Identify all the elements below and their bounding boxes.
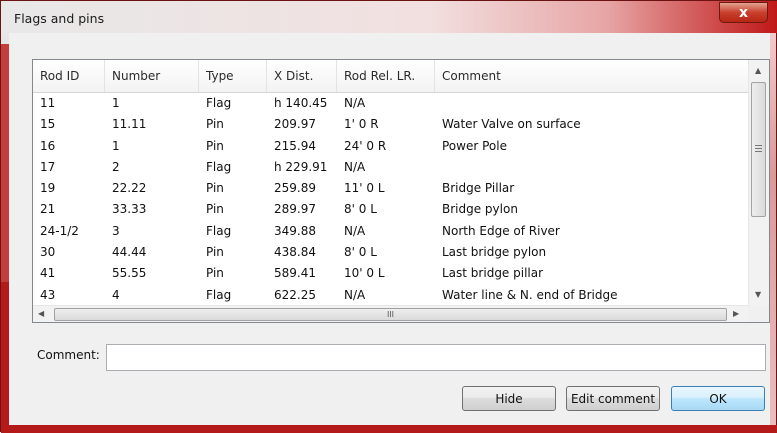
hide-button[interactable]: Hide — [462, 386, 556, 411]
cell-x-dist: h 140.45 — [274, 96, 328, 110]
cell-rod-id: 43 — [40, 287, 56, 302]
cell-number: 55.55 — [112, 266, 147, 281]
cell-type: Flag — [206, 287, 232, 302]
cell-type: Pin — [206, 117, 224, 132]
cell-rod-id: 15 — [40, 117, 56, 132]
window-frame-left — [1, 1, 9, 433]
horizontal-scroll-thumb[interactable]: III — [54, 308, 727, 321]
cell-number: 33.33 — [112, 202, 147, 217]
column-header-x-dist[interactable]: X Dist. — [267, 60, 337, 92]
column-header-rod-rel-lr[interactable]: Rod Rel. LR. — [337, 60, 435, 92]
cell-x-dist: 438.84 — [274, 245, 316, 260]
list-header: Rod ID Number Type X Dist. Rod Rel. LR. … — [33, 60, 748, 93]
cell-x-dist: 622.25 — [274, 287, 316, 302]
cell-rod-rel-lr: 10' 0 L — [344, 266, 385, 281]
scrollbar-corner — [748, 305, 769, 322]
cell-number: 22.22 — [112, 181, 147, 196]
window-title: Flags and pins — [14, 11, 105, 26]
comment-label: Comment: — [37, 348, 100, 362]
cell-comment — [435, 157, 748, 178]
cell-x-dist: 349.88 — [274, 223, 316, 238]
table-row[interactable]: 41 55.55 Pin 589.41 10' 0 L Last bridge pilla… — [33, 263, 748, 284]
cell-x-dist: 289.97 — [274, 202, 316, 217]
flags-pins-list[interactable]: Rod ID Number Type X Dist. Rod Rel. LR. … — [32, 59, 770, 323]
cell-number: 1 — [112, 96, 120, 110]
cell-type: Pin — [206, 266, 224, 281]
list-rows: 11 1 Flag h 140.45 N/A 15 11.11 Pin 209.97 1' 0 R… — [33, 93, 748, 306]
title-bar[interactable]: Flags and pins x — [1, 1, 777, 33]
cell-type: Pin — [206, 181, 224, 196]
close-icon: x — [738, 4, 749, 21]
cell-number: 3 — [112, 223, 120, 238]
cell-rod-id: 24-1/2 — [40, 223, 79, 238]
cell-rod-rel-lr: N/A — [344, 223, 366, 238]
edit-comment-button[interactable]: Edit comment — [566, 386, 660, 411]
cell-rod-rel-lr: 8' 0 L — [344, 202, 377, 217]
column-header-number[interactable]: Number — [105, 60, 199, 92]
table-row[interactable]: 11 1 Flag h 140.45 N/A — [33, 93, 748, 114]
close-button[interactable]: x — [719, 2, 768, 23]
cell-rod-id: 41 — [40, 266, 56, 281]
cell-rod-rel-lr: N/A — [344, 287, 366, 302]
cell-number: 44.44 — [112, 245, 147, 260]
cell-rod-id: 11 — [40, 96, 56, 110]
cell-comment — [435, 93, 748, 114]
cell-x-dist: 259.89 — [274, 181, 316, 196]
table-row[interactable]: 15 11.11 Pin 209.97 1' 0 R Water Valve on sur… — [33, 114, 748, 135]
cell-comment: Water Valve on surface — [442, 117, 581, 132]
cell-number: 11.11 — [112, 117, 147, 132]
cell-rod-rel-lr: N/A — [344, 96, 366, 110]
cell-comment: Bridge pylon — [442, 202, 518, 217]
cell-comment: Bridge Pillar — [442, 181, 515, 196]
cell-type: Pin — [206, 138, 224, 153]
cell-number: 2 — [112, 159, 120, 174]
cell-comment: Water line & N. end of Bridge — [442, 287, 618, 302]
cell-comment: Power Pole — [442, 138, 507, 153]
column-header-type[interactable]: Type — [199, 60, 267, 92]
cell-x-dist: h 229.91 — [274, 159, 328, 174]
table-row[interactable]: 24-1/2 3 Flag 349.88 N/A North Edge of River — [33, 221, 748, 242]
scroll-right-icon[interactable]: ▶ — [733, 309, 739, 318]
table-row[interactable]: 21 33.33 Pin 289.97 8' 0 L Bridge pylon — [33, 199, 748, 220]
table-row[interactable]: 30 44.44 Pin 438.84 8' 0 L Last bridge pylon — [33, 242, 748, 263]
cell-comment: Last bridge pillar — [442, 266, 544, 281]
cell-rod-rel-lr: N/A — [344, 159, 366, 174]
scroll-down-icon[interactable]: ▼ — [755, 290, 761, 299]
cell-comment: Last bridge pylon — [442, 245, 547, 260]
column-header-rod-id[interactable]: Rod ID — [33, 60, 105, 92]
horizontal-scrollbar[interactable]: ◀ III ▶ — [33, 305, 748, 322]
cell-number: 4 — [112, 287, 120, 302]
ok-button[interactable]: OK — [671, 386, 765, 411]
cell-rod-id: 30 — [40, 245, 56, 260]
cell-rod-id: 19 — [40, 181, 56, 196]
cell-x-dist: 209.97 — [274, 117, 316, 132]
cell-rod-id: 16 — [40, 138, 56, 153]
cell-rod-rel-lr: 1' 0 R — [344, 117, 379, 132]
cell-x-dist: 215.94 — [274, 138, 316, 153]
cell-type: Flag — [206, 159, 232, 174]
vertical-scrollbar[interactable]: ▲ ▼ — [748, 60, 769, 305]
vertical-scroll-thumb[interactable] — [751, 82, 766, 217]
scroll-up-icon[interactable]: ▲ — [755, 66, 761, 75]
cell-comment: North Edge of River — [442, 223, 560, 238]
cell-x-dist: 589.41 — [274, 266, 316, 281]
comment-input[interactable] — [106, 344, 766, 371]
cell-type: Pin — [206, 202, 224, 217]
cell-rod-id: 21 — [40, 202, 56, 217]
cell-rod-rel-lr: 24' 0 R — [344, 138, 387, 153]
cell-rod-rel-lr: 8' 0 L — [344, 245, 377, 260]
table-row[interactable]: 19 22.22 Pin 259.89 11' 0 L Bridge Pillar — [33, 178, 748, 199]
cell-rod-rel-lr: 11' 0 L — [344, 181, 385, 196]
cell-rod-id: 17 — [40, 159, 56, 174]
dialog-window: Flags and pins x Rod ID Number Type X Di… — [0, 0, 777, 433]
table-row[interactable]: 16 1 Pin 215.94 24' 0 R Power Pole — [33, 136, 748, 157]
table-row[interactable]: 17 2 Flag h 229.91 N/A — [33, 157, 748, 178]
cell-type: Flag — [206, 96, 232, 110]
column-header-comment[interactable]: Comment — [435, 60, 748, 92]
scroll-left-icon[interactable]: ◀ — [38, 309, 44, 318]
cell-number: 1 — [112, 138, 120, 153]
cell-type: Pin — [206, 245, 224, 260]
table-row[interactable]: 43 4 Flag 622.25 N/A Water line & N. end of B… — [33, 285, 748, 306]
cell-type: Flag — [206, 223, 232, 238]
